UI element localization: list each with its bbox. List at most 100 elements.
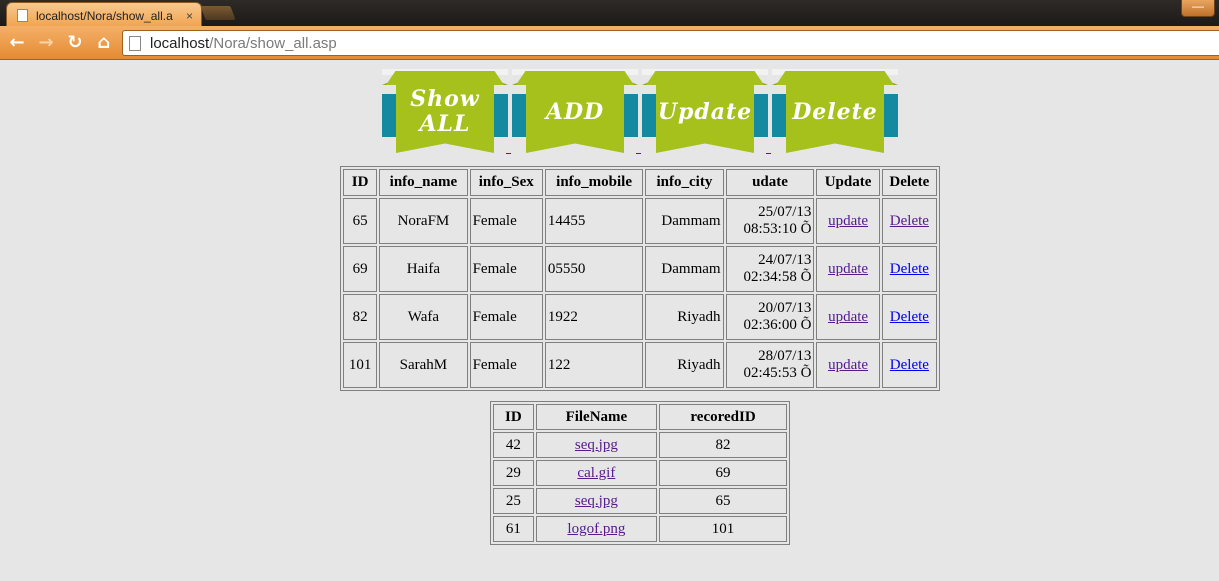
recored-id-cell: 65 [659, 488, 787, 514]
table-row: 69 Haifa Female 05550 Dammam 24/07/13 02:… [343, 246, 937, 292]
delete-banner-image: Delete [772, 69, 898, 153]
page-icon [17, 9, 28, 22]
files-table: ID FileName recoredID 42 seq.jpg 82 29 c… [490, 401, 790, 545]
udate-cell: 28/07/13 02:45:53 Õ [725, 342, 815, 388]
mobile-cell: 1922 [544, 294, 644, 340]
table-row: 29 cal.gif 69 [493, 460, 787, 486]
filename-link[interactable]: seq.jpg [575, 493, 618, 509]
column-header: recoredID [659, 404, 787, 430]
column-header: info_mobile [544, 169, 644, 196]
update-link[interactable]: update [828, 309, 868, 325]
address-bar[interactable]: localhost/Nora/show_all.asp [122, 30, 1219, 56]
udate-time: 02:36:00 Õ [743, 317, 812, 333]
sex-cell: Female [469, 198, 543, 244]
filename-link[interactable]: seq.jpg [575, 437, 618, 453]
forward-arrow-icon[interactable]: → [34, 31, 58, 55]
column-header: Delete [881, 169, 937, 196]
update-cell: update [816, 342, 880, 388]
table-header-row: ID FileName recoredID [493, 404, 787, 430]
id-cell: 82 [343, 294, 378, 340]
column-header: info_name [379, 169, 468, 196]
delete-link[interactable]: Delete [890, 309, 929, 325]
file-id-cell: 61 [493, 516, 534, 542]
delete-link[interactable]: Delete [890, 261, 929, 277]
column-header: FileName [535, 404, 658, 430]
column-header: Update [816, 169, 880, 196]
city-cell: Riyadh [645, 342, 724, 388]
update-link[interactable]: update [828, 261, 868, 277]
minimize-window-button[interactable]: — [1181, 0, 1215, 17]
update-link[interactable]: update [828, 213, 868, 229]
show-all-banner-link[interactable]: Show ALL [381, 69, 511, 164]
udate-date: 20/07/13 [758, 300, 812, 316]
table-row: 82 Wafa Female 1922 Riyadh 20/07/13 02:36… [343, 294, 937, 340]
banner-label: Show ALL [410, 86, 480, 137]
banner-label: ADD [545, 98, 605, 125]
home-icon[interactable]: ⌂ [92, 31, 116, 55]
id-cell: 69 [343, 246, 378, 292]
filename-cell: seq.jpg [535, 488, 658, 514]
udate-time: 02:45:53 Õ [743, 365, 812, 381]
name-cell: Wafa [379, 294, 468, 340]
delete-link[interactable]: Delete [890, 357, 929, 373]
table-row: 61 logof.png 101 [493, 516, 787, 542]
delete-banner-link[interactable]: Delete [771, 69, 901, 164]
delete-link[interactable]: Delete [890, 213, 929, 229]
udate-time: 08:53:10 Õ [743, 221, 812, 237]
add-banner-image: ADD [512, 69, 638, 153]
file-id-cell: 29 [493, 460, 534, 486]
column-header: ID [343, 169, 378, 196]
name-cell: Haifa [379, 246, 468, 292]
table-row: 42 seq.jpg 82 [493, 432, 787, 458]
udate-cell: 20/07/13 02:36:00 Õ [725, 294, 815, 340]
close-tab-icon[interactable]: × [186, 9, 193, 23]
city-cell: Dammam [645, 246, 724, 292]
mobile-cell: 05550 [544, 246, 644, 292]
name-cell: NoraFM [379, 198, 468, 244]
table-row: 65 NoraFM Female 14455 Dammam 25/07/13 08… [343, 198, 937, 244]
update-banner-image: Update [642, 69, 768, 153]
update-banner-link[interactable]: Update [641, 69, 771, 164]
banner-label: Update [657, 98, 753, 125]
file-id-cell: 42 [493, 432, 534, 458]
add-banner-link[interactable]: ADD [511, 69, 641, 164]
page-icon [129, 35, 141, 51]
column-header: info_Sex [469, 169, 543, 196]
recored-id-cell: 69 [659, 460, 787, 486]
udate-time: 02:34:58 Õ [743, 269, 812, 285]
filename-cell: cal.gif [535, 460, 658, 486]
file-id-cell: 25 [493, 488, 534, 514]
udate-cell: 25/07/13 08:53:10 Õ [725, 198, 815, 244]
udate-date: 24/07/13 [758, 252, 812, 268]
table-row: 101 SarahM Female 122 Riyadh 28/07/13 02:… [343, 342, 937, 388]
id-cell: 65 [343, 198, 378, 244]
city-cell: Riyadh [645, 294, 724, 340]
sex-cell: Female [469, 246, 543, 292]
browser-tab[interactable]: localhost/Nora/show_all.a × [6, 2, 202, 28]
back-arrow-icon[interactable]: ← [5, 31, 29, 55]
column-header: ID [493, 404, 534, 430]
update-cell: update [816, 294, 880, 340]
new-tab-button[interactable] [200, 6, 236, 20]
column-header: info_city [645, 169, 724, 196]
filename-link[interactable]: logof.png [567, 521, 625, 537]
reload-icon[interactable]: ↻ [63, 31, 87, 55]
column-header: udate [725, 169, 815, 196]
filename-cell: seq.jpg [535, 432, 658, 458]
tab-strip: localhost/Nora/show_all.a × — [0, 0, 1219, 28]
table-row: 25 seq.jpg 65 [493, 488, 787, 514]
recored-id-cell: 82 [659, 432, 787, 458]
delete-cell: Delete [881, 294, 937, 340]
update-link[interactable]: update [828, 357, 868, 373]
udate-date: 25/07/13 [758, 204, 812, 220]
update-cell: update [816, 246, 880, 292]
mobile-cell: 14455 [544, 198, 644, 244]
udate-cell: 24/07/13 02:34:58 Õ [725, 246, 815, 292]
sex-cell: Female [469, 342, 543, 388]
filename-link[interactable]: cal.gif [577, 465, 615, 481]
delete-cell: Delete [881, 342, 937, 388]
city-cell: Dammam [645, 198, 724, 244]
name-cell: SarahM [379, 342, 468, 388]
filename-cell: logof.png [535, 516, 658, 542]
sex-cell: Female [469, 294, 543, 340]
